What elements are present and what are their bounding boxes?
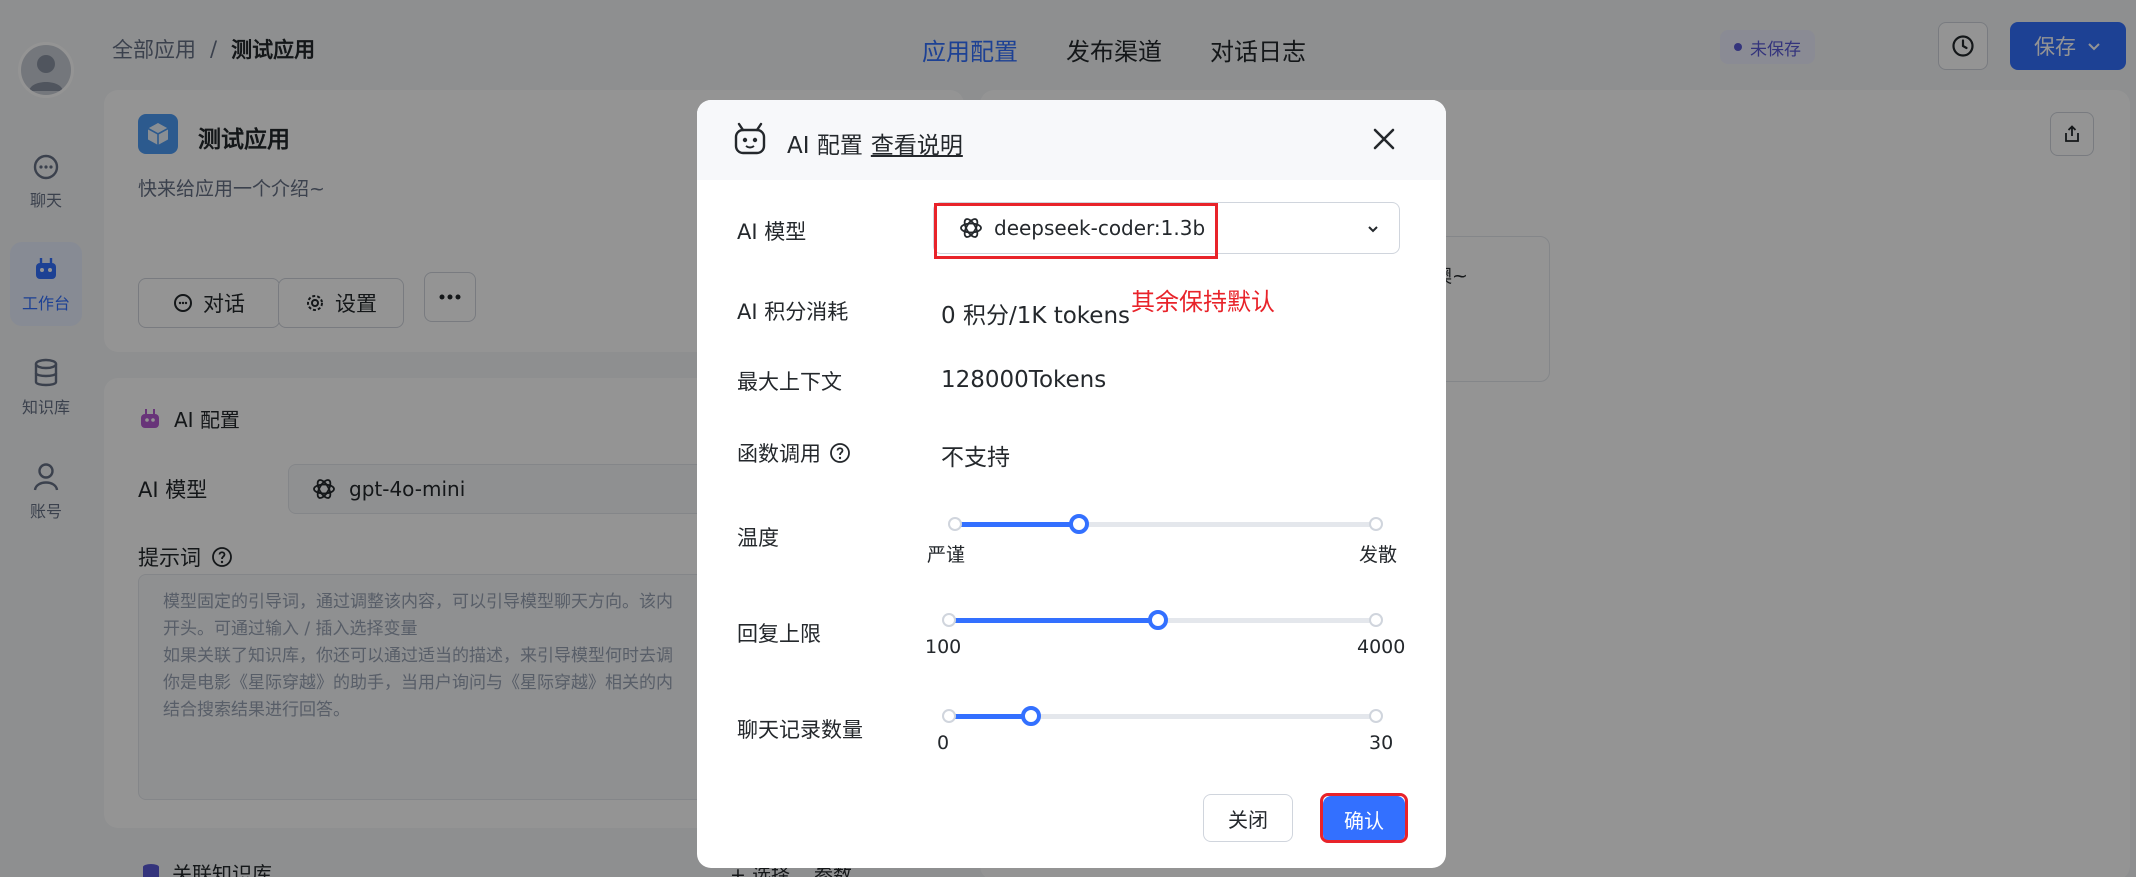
slider-min-dot — [942, 709, 956, 723]
history-count-slider[interactable] — [942, 704, 1383, 728]
slider-max-dot — [1369, 709, 1383, 723]
slider-thumb[interactable] — [1069, 514, 1090, 534]
annotation-highlight-box — [934, 203, 1218, 259]
function-call-label-row: 函数调用 — [737, 438, 851, 468]
history-count-label: 聊天记录数量 — [737, 718, 863, 742]
history-min-label: 0 — [937, 732, 950, 754]
close-button[interactable]: 关闭 — [1203, 794, 1293, 842]
temperature-max-label: 发散 — [1359, 544, 1398, 566]
slider-thumb[interactable] — [1148, 610, 1169, 630]
modal-close-button[interactable] — [1369, 124, 1399, 154]
points-label: AI 积分消耗 — [737, 300, 849, 324]
robot-icon — [734, 122, 766, 155]
temperature-slider[interactable] — [948, 512, 1383, 536]
slider-max-dot — [1369, 613, 1383, 627]
slider-max-dot — [1369, 517, 1383, 531]
chevron-down-icon — [1368, 226, 1378, 233]
points-value: 0 积分/1K tokens — [941, 303, 1131, 329]
context-value: 128000Tokens — [941, 367, 1107, 393]
modal-title: AI 配置 — [787, 133, 863, 159]
modal-header: AI 配置 查看说明 — [697, 100, 1446, 180]
max-reply-slider[interactable] — [942, 608, 1383, 632]
function-value: 不支持 — [941, 445, 1010, 471]
slider-thumb[interactable] — [1021, 706, 1042, 726]
context-label: 最大上下文 — [737, 370, 842, 394]
slider-fill — [950, 522, 1080, 527]
max-reply-label: 回复上限 — [737, 622, 821, 646]
close-button-label: 关闭 — [1228, 807, 1268, 832]
function-label: 函数调用 — [737, 442, 821, 466]
slider-fill — [944, 714, 1032, 719]
close-icon — [1373, 128, 1395, 150]
ai-config-modal: AI 配置 查看说明 AI 模型 deepseek-coder:1.3b 其余保… — [697, 100, 1446, 868]
doc-link[interactable]: 查看说明 — [871, 126, 963, 160]
slider-min-dot — [942, 613, 956, 627]
modal-title-row: AI 配置 查看说明 — [787, 126, 963, 160]
annotation-highlight-box — [1320, 793, 1408, 843]
slider-min-dot — [948, 517, 962, 531]
history-max-label: 30 — [1369, 732, 1394, 754]
model-label: AI 模型 — [737, 220, 807, 244]
max-reply-max-label: 4000 — [1357, 636, 1406, 658]
temperature-min-label: 严谨 — [927, 544, 966, 566]
temperature-label: 温度 — [737, 526, 779, 550]
max-reply-min-label: 100 — [925, 636, 962, 658]
slider-fill — [944, 618, 1159, 623]
annotation-text: 其余保持默认 — [1131, 288, 1275, 316]
help-icon[interactable] — [829, 442, 851, 464]
